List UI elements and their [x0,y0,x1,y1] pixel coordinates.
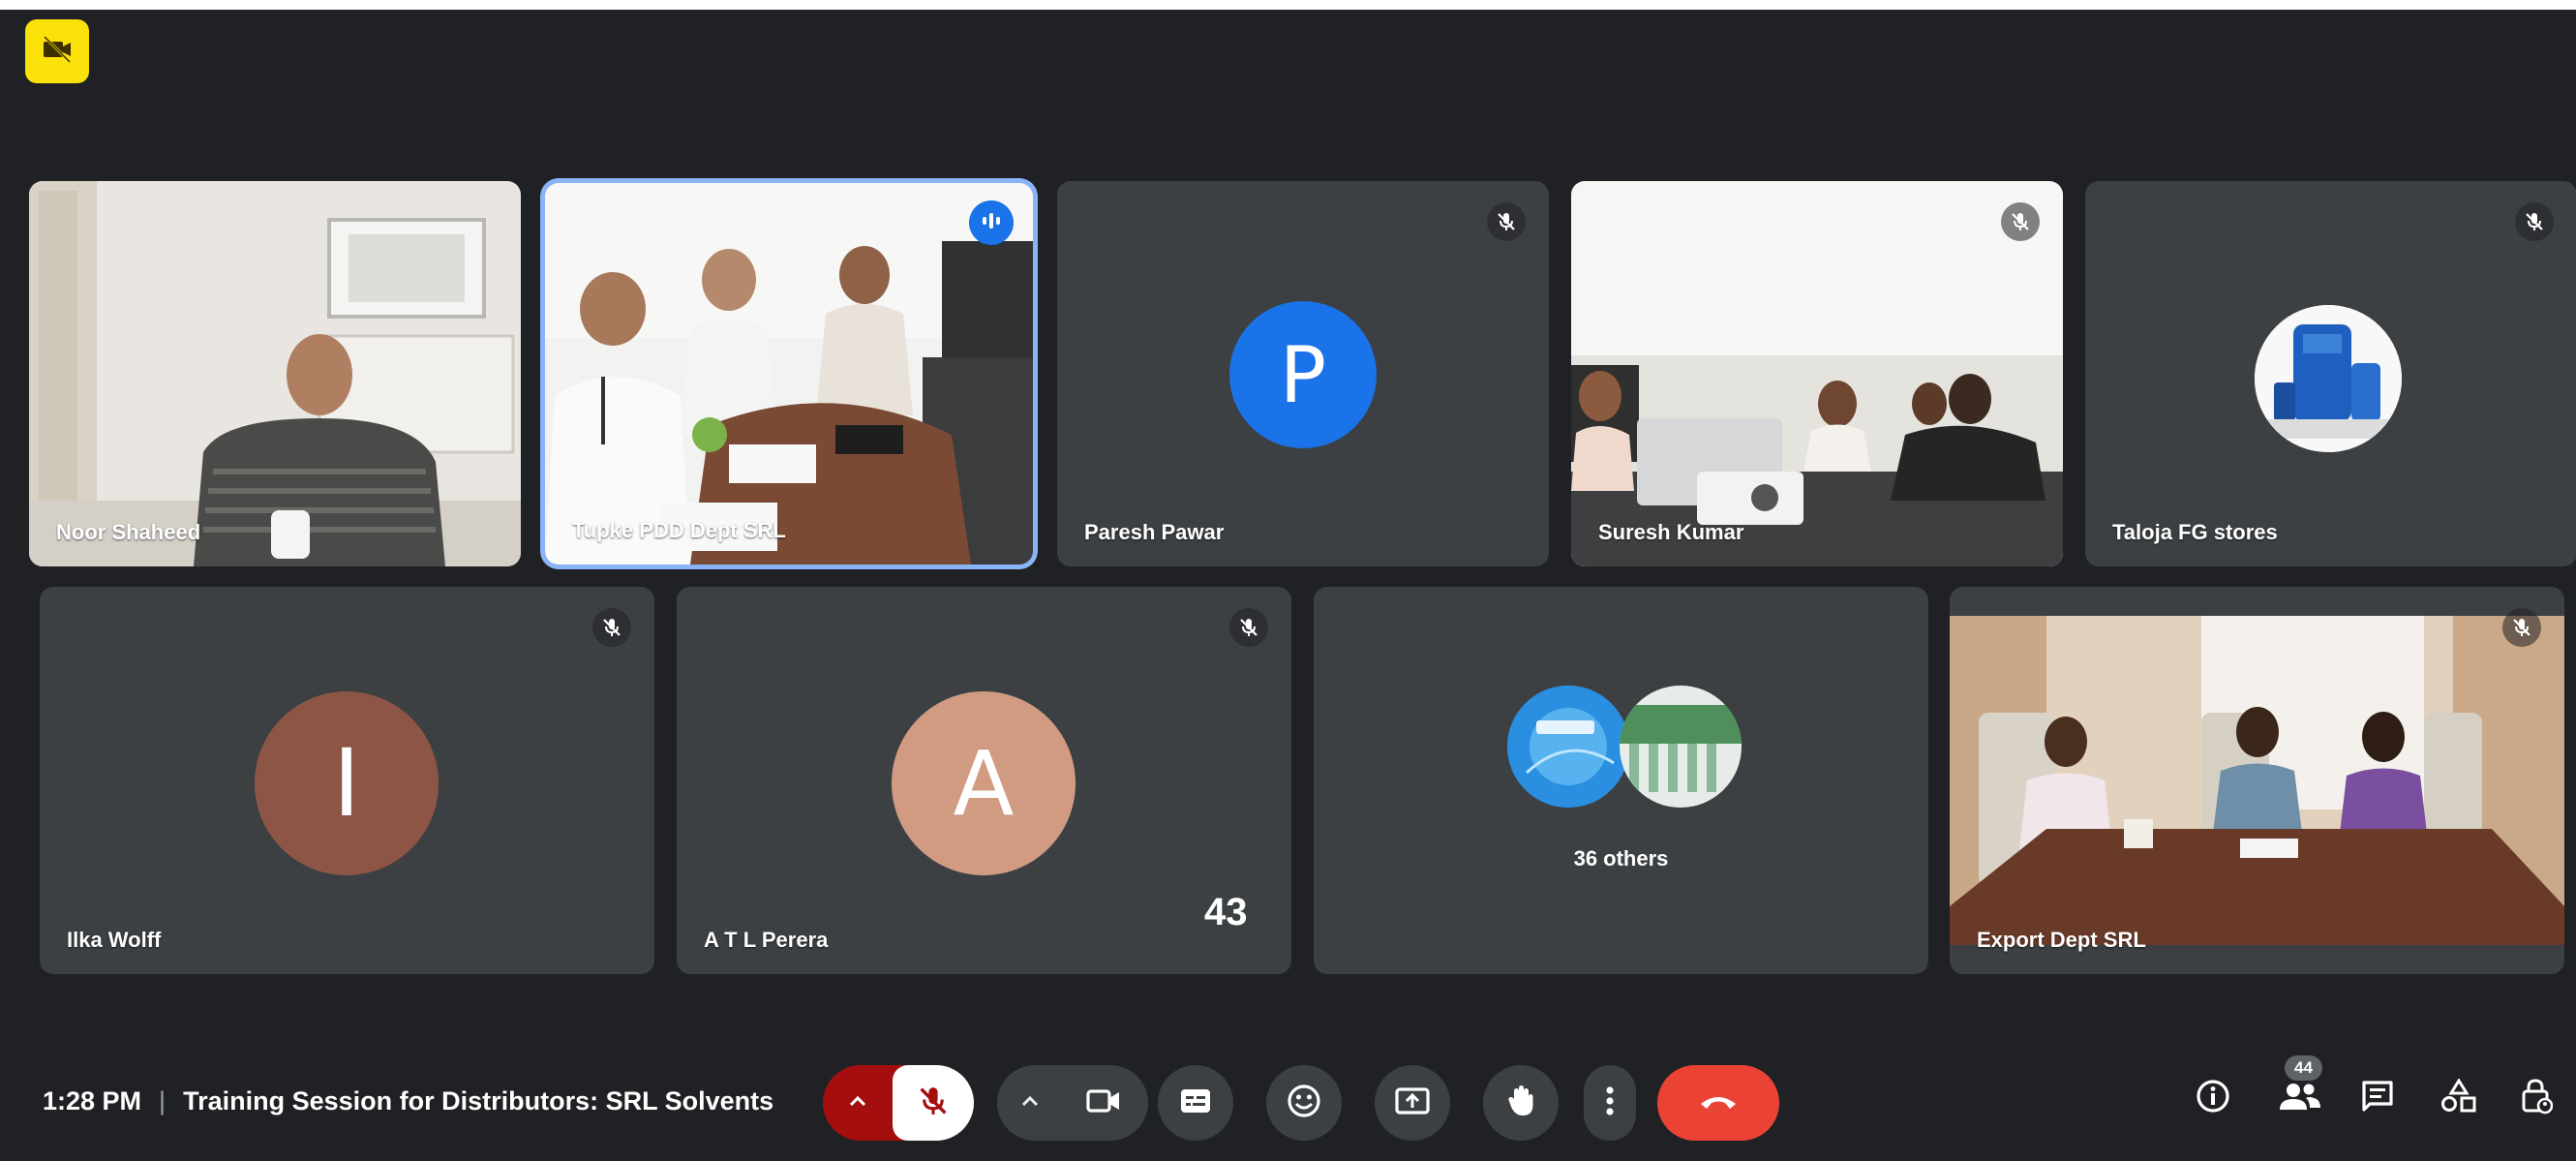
present-button[interactable] [1375,1065,1450,1141]
avatar-initial: I [332,729,361,838]
participant-tile[interactable]: Export Dept SRL [1950,587,2564,974]
mic-off-icon [917,1085,950,1122]
raise-hand-button[interactable] [1483,1065,1559,1141]
info-icon [2196,1079,2230,1118]
camera-group [997,1065,1148,1141]
captions-button[interactable] [1158,1065,1233,1141]
raise-hand-icon [1506,1084,1535,1123]
present-screen-icon [1395,1086,1430,1120]
chevron-up-icon [848,1094,867,1113]
speaking-indicator [969,200,1014,245]
mic-off-icon [592,608,631,647]
camera-off-icon [41,35,74,69]
avatar: A [892,691,1076,875]
participant-tile[interactable]: I Ilka Wolff [40,587,654,974]
recording-indicator[interactable] [25,19,89,83]
mic-options-button[interactable] [823,1065,893,1141]
participant-video [1950,587,2564,974]
mic-off-icon [2515,202,2554,241]
avatar [2255,305,2402,452]
others-tile[interactable]: 36 others [1314,587,1928,974]
avatar: I [255,691,439,875]
avatar [1620,686,1742,808]
more-vert-icon [1605,1085,1615,1121]
participant-tile[interactable]: Tupke PDD Dept SRL [545,183,1033,565]
more-options-button[interactable] [1584,1065,1636,1141]
participant-tile[interactable]: Noor Shaheed [29,181,521,566]
mic-off-icon [1487,202,1526,241]
emoji-icon [1287,1084,1321,1123]
others-count: 36 others [1573,846,1669,871]
control-bar: 1:28 PM | Training Session for Distribut… [0,1046,2576,1161]
participant-name: Export Dept SRL [1977,928,2146,952]
mic-off-icon [2001,202,2040,241]
participant-name: Taloja FG stores [2112,520,2278,544]
mic-off-icon [2502,608,2541,647]
meeting-title: Training Session for Distributors: SRL S… [183,1086,774,1115]
mic-off-icon [1229,608,1268,647]
call-end-icon [1697,1091,1740,1115]
participant-video [545,183,1033,565]
camera-options-button[interactable] [997,1065,1063,1141]
participant-name: Suresh Kumar [1598,520,1744,544]
participant-tile[interactable]: A A T L Perera [677,587,1291,974]
activities-button[interactable] [2430,1069,2488,1127]
emoji-button[interactable] [1266,1065,1342,1141]
end-call-button[interactable] [1657,1065,1779,1141]
mic-group [823,1065,974,1141]
people-button[interactable]: 44 [2271,1055,2329,1127]
captions-icon [1179,1087,1212,1119]
chat-icon [2360,1079,2395,1118]
meet-window: Noor Shaheed Tupke PDD Dept SRL P Paresh… [0,0,2576,1161]
participant-name: Ilka Wolff [67,928,162,952]
participant-name: A T L Perera [704,928,829,952]
people-icon [2279,1081,2321,1116]
meeting-time: 1:28 PM [43,1086,142,1115]
host-controls-button[interactable] [2507,1069,2565,1127]
meeting-details[interactable]: 1:28 PM | Training Session for Distribut… [43,1086,773,1116]
shapes-icon [2440,1077,2477,1118]
chevron-up-icon [1020,1094,1040,1113]
camera-toggle-button[interactable] [1065,1065,1142,1141]
participant-name: Tupke PDD Dept SRL [572,518,786,542]
participant-name: Paresh Pawar [1084,520,1225,544]
window-top-edge [0,0,2576,10]
participant-video [29,181,521,566]
participant-tile[interactable]: P Paresh Pawar [1057,181,1549,566]
avatar: P [1229,301,1377,448]
participant-tile[interactable]: Taloja FG stores [2085,181,2576,566]
meeting-separator: | [159,1086,167,1115]
participant-tile[interactable]: Suresh Kumar [1571,181,2063,566]
chat-button[interactable] [2349,1069,2407,1127]
lock-person-icon [2520,1078,2554,1119]
audio-wave-icon [980,211,1003,235]
participant-video [1571,181,2063,566]
participant-name: Noor Shaheed [56,520,201,544]
camera-icon [1086,1088,1121,1118]
mic-toggle-button[interactable] [893,1065,974,1141]
overlay-number: 43 [1204,891,1248,933]
people-count-badge: 44 [2285,1055,2322,1081]
avatar [1507,686,1629,808]
meeting-info-button[interactable] [2184,1069,2242,1127]
avatar-initial: A [953,731,1015,836]
avatar-initial: P [1279,329,1327,420]
